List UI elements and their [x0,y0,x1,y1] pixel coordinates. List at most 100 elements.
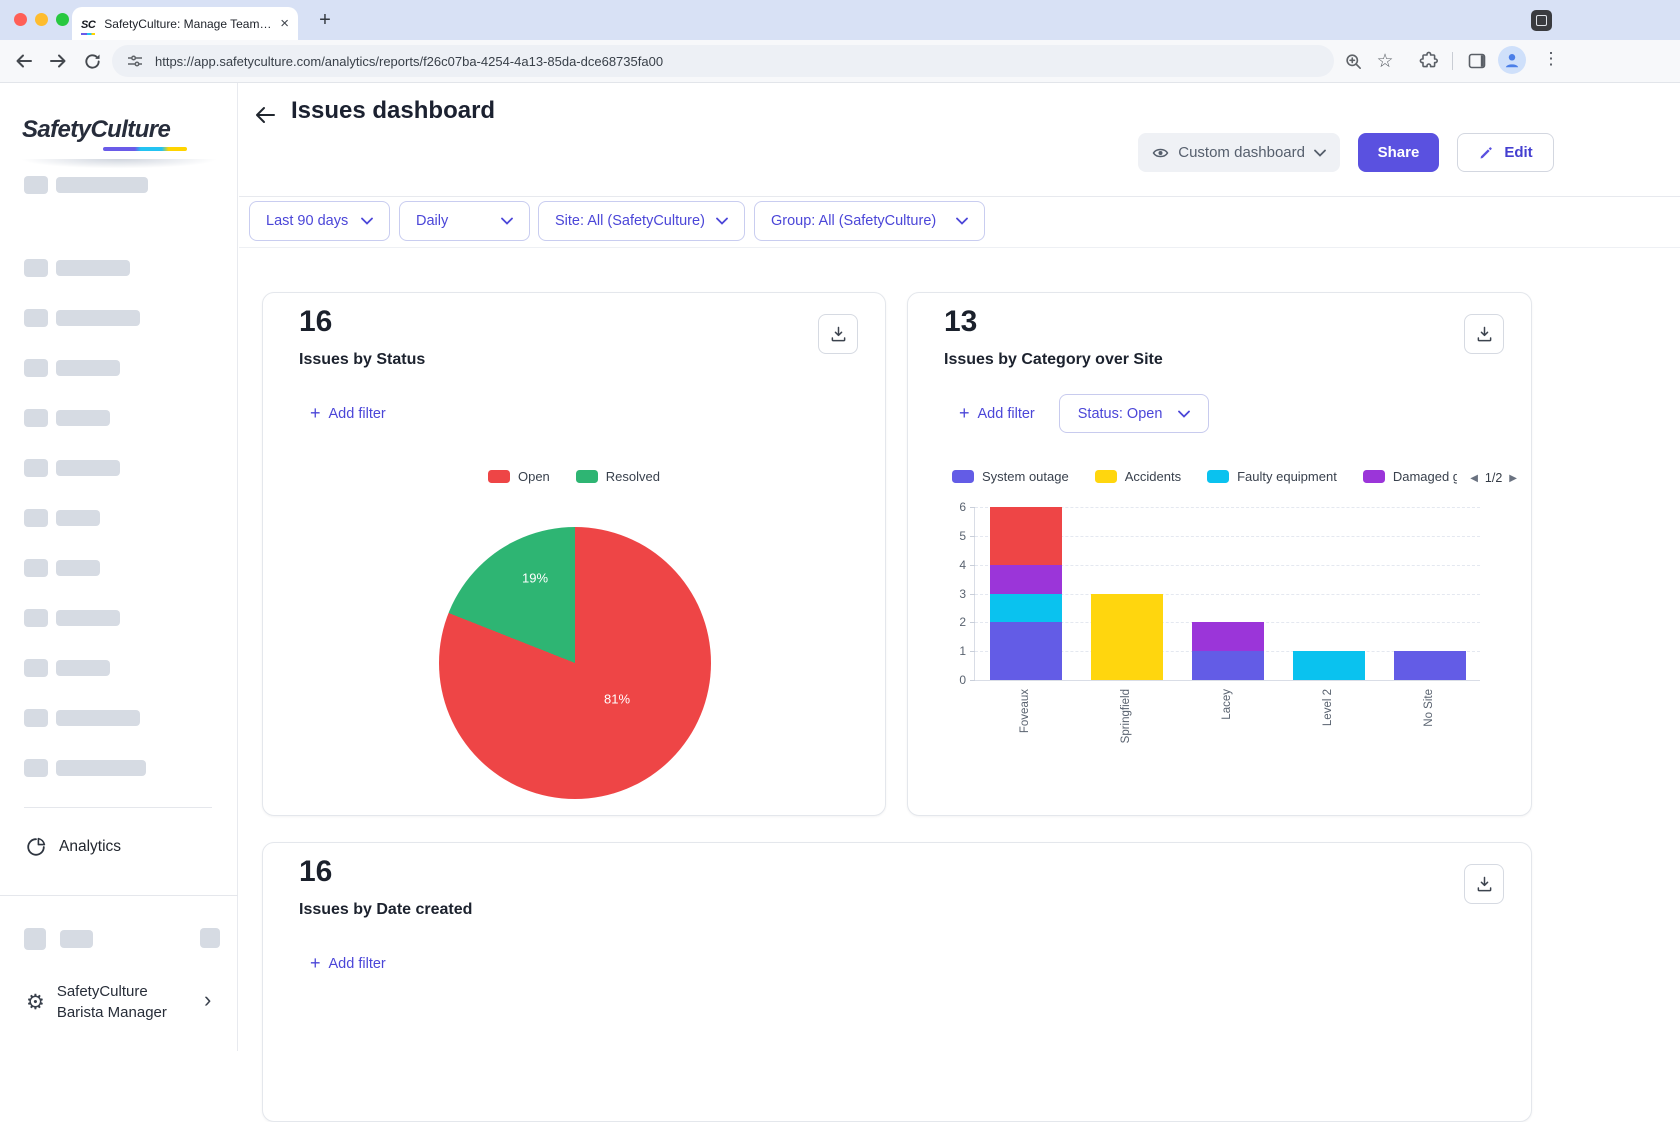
chevron-down-icon [501,217,513,225]
skeleton-icon [24,409,48,427]
bar-segment[interactable] [1192,622,1264,651]
download-icon [828,324,849,345]
side-panel-icon[interactable] [1464,48,1490,74]
legend-item-resolved[interactable]: Resolved [576,469,660,484]
granularity-filter[interactable]: Daily [399,201,530,241]
bar-segment[interactable] [1192,651,1264,680]
pie-chart[interactable] [439,527,711,799]
new-tab-button[interactable]: + [312,8,338,34]
browser-corner-button[interactable] [1531,10,1552,31]
download-icon [1474,874,1495,895]
logo-gradient-bar [103,147,187,151]
add-filter-button[interactable]: + Add filter [959,403,1035,424]
page-title: Issues dashboard [291,97,495,125]
skeleton-icon [24,359,48,377]
chevron-down-icon [361,217,373,225]
chevron-right-icon: › [204,989,211,1011]
skeleton-bar [56,410,110,426]
status-filter-pill[interactable]: Status: Open [1059,394,1210,433]
bar-column-level-2[interactable] [1293,651,1365,680]
legend-item-system-outage[interactable]: System outage [952,469,1069,484]
legend-next-icon[interactable]: ▶ [1509,473,1517,484]
skeleton-bar [56,260,130,276]
download-button[interactable] [1464,864,1504,904]
legend-item-accidents[interactable]: Accidents [1095,469,1181,484]
download-button[interactable] [818,314,858,354]
url-bar[interactable]: https://app.safetyculture.com/analytics/… [112,45,1334,77]
close-window-button[interactable] [14,13,27,26]
url-text: https://app.safetyculture.com/analytics/… [155,54,663,69]
custom-dashboard-button[interactable]: Custom dashboard [1138,133,1340,172]
skeleton-bar [56,460,120,476]
issues-by-date-count: 16 [299,855,332,889]
site-settings-icon[interactable] [126,53,144,69]
add-filter-button[interactable]: + Add filter [310,403,386,424]
bar-chart[interactable] [974,507,1480,681]
edit-label: Edit [1504,144,1532,161]
bar-segment[interactable] [1394,651,1466,680]
minimize-window-button[interactable] [35,13,48,26]
browser-menu-icon[interactable]: ⋮ [1540,49,1562,69]
back-icon[interactable] [10,47,38,75]
forward-icon[interactable] [44,47,72,75]
bar-segment[interactable] [990,594,1062,623]
legend-pager: ◀ 1/2 ▶ [1462,469,1517,487]
issues-by-date-title: Issues by Date created [299,901,472,919]
logo-shadow [0,159,238,177]
group-filter[interactable]: Group: All (SafetyCulture) [754,201,985,241]
add-filter-button[interactable]: + Add filter [310,953,386,974]
zoom-icon[interactable] [1340,48,1366,74]
legend-pager-label: 1/2 [1485,471,1502,485]
skeleton-bar [56,177,148,193]
analytics-label: Analytics [59,838,121,856]
y-axis-tick [970,680,975,681]
bar-column-no-site[interactable] [1394,651,1466,680]
org-switcher[interactable]: ⚙ SafetyCulture Barista Manager [26,981,167,1023]
legend-chip [488,470,510,483]
site-filter[interactable]: Site: All (SafetyCulture) [538,201,745,241]
y-axis-tick-label: 4 [959,558,966,572]
bar-segment[interactable] [1091,594,1163,681]
bookmark-star-icon[interactable]: ☆ [1372,48,1398,74]
browser-tab-strip: SC SafetyCulture: Manage Teams and… × + [0,0,1680,40]
sidebar-item-analytics[interactable]: Analytics [25,836,121,858]
download-icon [1474,324,1495,345]
y-axis-tick [970,651,975,652]
legend-item-faulty-equipment[interactable]: Faulty equipment [1207,469,1337,484]
bar-column-springfield[interactable] [1091,594,1163,681]
bar-column-lacey[interactable] [1192,622,1264,680]
y-axis-tick-label: 1 [959,644,966,658]
fullscreen-window-button[interactable] [56,13,69,26]
tab-close-icon[interactable]: × [280,16,289,31]
date-range-filter[interactable]: Last 90 days [249,201,390,241]
browser-tab[interactable]: SC SafetyCulture: Manage Teams and… × [72,7,298,40]
extensions-icon[interactable] [1416,48,1442,74]
skeleton-icon [24,309,48,327]
bar-segment[interactable] [990,622,1062,680]
bar-legend: System outage Accidents Faulty equipment Da… [952,469,1457,484]
legend-chip [952,470,974,483]
legend-item-damaged-goods[interactable]: Damaged goods [1363,469,1457,484]
y-axis-tick-label: 6 [959,500,966,514]
share-button[interactable]: Share [1358,133,1439,172]
skeleton-icon [24,609,48,627]
safetyculture-favicon-icon: SC [81,15,95,33]
back-button[interactable] [253,103,277,127]
download-button[interactable] [1464,314,1504,354]
org-name-line1: SafetyCulture [57,983,148,1000]
issues-by-category-card: 13 Issues by Category over Site + Add fi… [907,292,1532,816]
x-axis-label: No Site [1422,686,1460,704]
reload-icon[interactable] [78,47,106,75]
legend-item-open[interactable]: Open [488,469,550,484]
skeleton-bar [56,510,100,526]
skeleton-bar [56,660,110,676]
window-controls [14,13,69,26]
legend-prev-icon[interactable]: ◀ [1470,473,1478,484]
y-axis-tick-label: 5 [959,529,966,543]
bar-column-foveaux[interactable] [990,507,1062,680]
edit-button[interactable]: Edit [1457,133,1554,172]
bar-segment[interactable] [990,507,1062,565]
profile-avatar[interactable] [1498,46,1526,74]
bar-segment[interactable] [990,565,1062,594]
bar-segment[interactable] [1293,651,1365,680]
